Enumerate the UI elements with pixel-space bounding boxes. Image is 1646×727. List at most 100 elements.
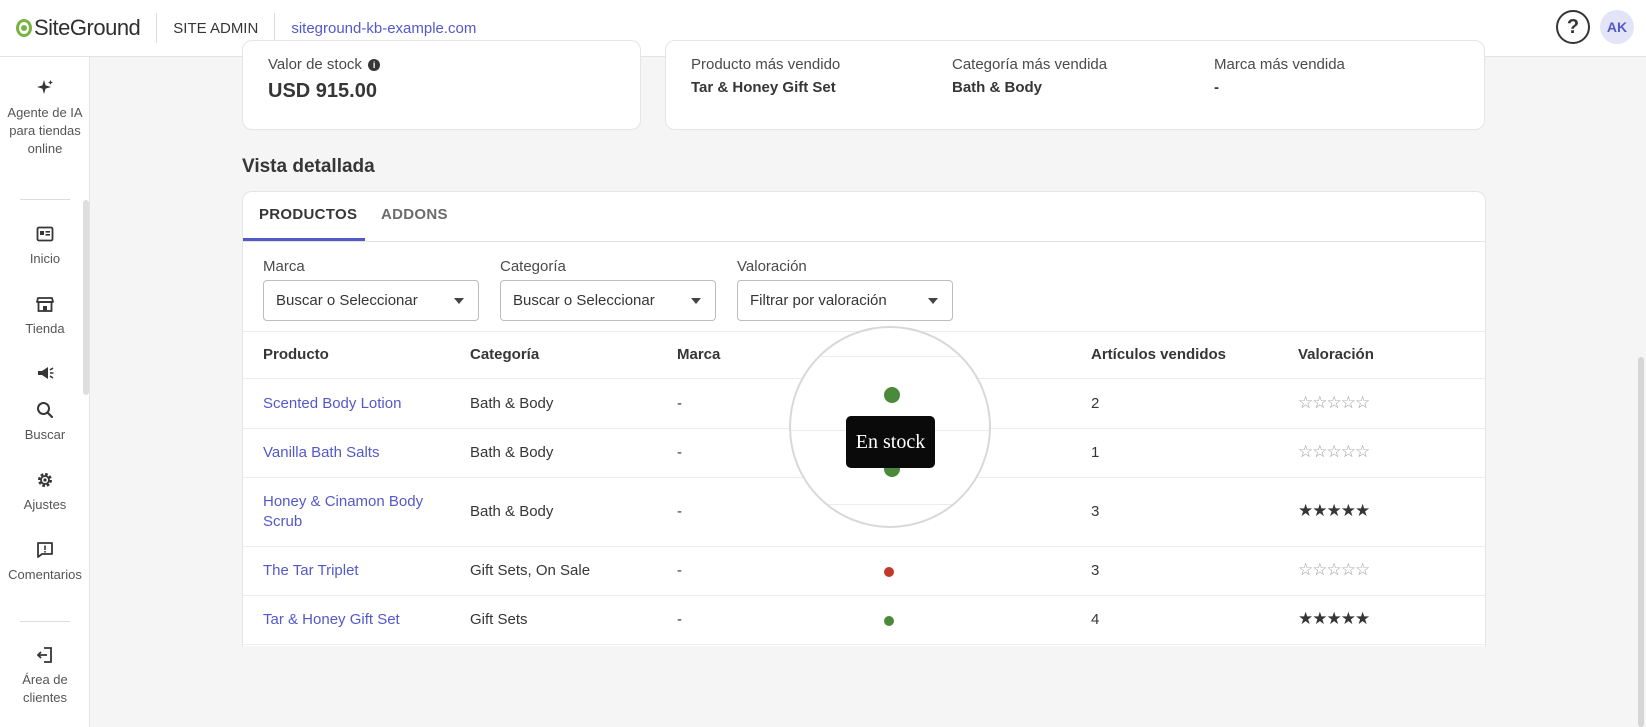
megaphone-icon (38, 367, 54, 379)
tab-productos[interactable]: PRODUCTOS (259, 206, 357, 223)
search-icon (37, 402, 54, 419)
filter-category-value: Buscar o Seleccionar (513, 292, 655, 309)
help-button[interactable]: ? (1556, 10, 1590, 44)
in-stock-indicator[interactable] (884, 387, 900, 403)
col-header-product[interactable]: Producto (263, 346, 329, 363)
best-brand-label: Marca más vendida (1214, 56, 1345, 73)
in-stock-indicator[interactable] (884, 616, 894, 626)
avatar[interactable]: AK (1600, 10, 1634, 44)
sidebar-item-tienda[interactable]: Tienda (0, 294, 90, 338)
product-brand: - (677, 611, 682, 628)
filter-brand-select[interactable]: Buscar o Seleccionar (263, 280, 479, 321)
sidebar-item-marketing[interactable] (0, 363, 90, 389)
tab-divider (243, 241, 1485, 242)
dashboard-icon (36, 226, 54, 242)
chevron-down-icon (928, 298, 938, 304)
sidebar-divider (20, 199, 70, 200)
sidebar-item-ai-agent[interactable]: Agente de IA para tiendas online (0, 78, 90, 158)
best-product-value: Tar & Honey Gift Set (691, 79, 836, 96)
filter-rating-value: Filtrar por valoración (750, 292, 887, 309)
best-category-value: Bath & Body (952, 79, 1042, 96)
sidebar-item-label: Área de clientes (22, 672, 68, 705)
sidebar-item-inicio[interactable]: Inicio (0, 224, 90, 268)
section-title: Vista detallada (242, 156, 375, 177)
row-divider (243, 546, 1485, 547)
product-link[interactable]: Honey & Cinamon Body Scrub (263, 492, 453, 532)
product-link[interactable]: Scented Body Lotion (263, 394, 401, 414)
col-header-category[interactable]: Categoría (470, 346, 539, 363)
sidebar-item-label: Comentarios (8, 567, 82, 582)
feedback-icon (37, 542, 53, 558)
logo-text: SiteGround (34, 15, 141, 40)
sidebar-divider (20, 621, 70, 622)
tab-addons[interactable]: ADDONS (381, 206, 448, 223)
header-divider (274, 13, 276, 43)
product-sold: 4 (1091, 611, 1100, 628)
sparkle-icon (37, 80, 53, 94)
chevron-down-icon (454, 298, 464, 304)
stock-value-card: Valor de stock i USD 915.00 (242, 40, 641, 130)
sidebar-item-label: Inicio (29, 251, 61, 266)
product-category: Bath & Body (470, 444, 554, 461)
info-icon[interactable]: i (368, 59, 381, 71)
filter-brand-value: Buscar o Seleccionar (276, 292, 418, 309)
rating-stars: ☆☆☆☆☆ (1298, 560, 1370, 579)
filter-rating-select[interactable]: Filtrar por valoración (737, 280, 953, 321)
domain-link[interactable]: siteground-kb-example.com (291, 20, 476, 37)
rating-stars: ☆☆☆☆☆ (1298, 393, 1370, 412)
col-header-sold[interactable]: Artículos vendidos (1091, 346, 1226, 363)
best-category-label: Categoría más vendida (952, 56, 1108, 73)
best-product-label: Producto más vendido (691, 56, 841, 73)
best-brand-value: - (1214, 79, 1219, 96)
sidebar-item-comentarios[interactable]: Comentarios (0, 540, 90, 584)
page-scrollbar[interactable] (1638, 357, 1644, 727)
stock-value: USD 915.00 (268, 80, 377, 102)
product-brand: - (677, 395, 682, 412)
sidebar: Agente de IA para tiendas online Inicio … (0, 57, 90, 727)
product-category: Bath & Body (470, 395, 554, 412)
product-link[interactable]: Vanilla Bath Salts (263, 443, 379, 463)
siteground-logo[interactable]: SiteGround (16, 15, 141, 41)
stock-tooltip: En stock (846, 416, 935, 468)
product-link[interactable]: Tar & Honey Gift Set (263, 610, 400, 630)
product-sold: 2 (1091, 395, 1100, 412)
sidebar-item-buscar[interactable]: Buscar (0, 400, 90, 444)
sidebar-item-label: Buscar (24, 427, 66, 442)
magnified-row-divider (791, 504, 989, 505)
product-brand: - (677, 444, 682, 461)
store-icon (36, 297, 54, 312)
product-link[interactable]: The Tar Triplet (263, 561, 359, 581)
filter-brand-label: Marca (263, 258, 305, 275)
sidebar-item-label: Agente de IA para tiendas online (7, 105, 83, 156)
product-brand: - (677, 562, 682, 579)
product-brand: - (677, 503, 682, 520)
chevron-down-icon (691, 298, 701, 304)
col-header-brand[interactable]: Marca (677, 346, 720, 363)
gear-icon (38, 473, 52, 487)
product-category: Gift Sets, On Sale (470, 562, 591, 579)
header-divider (156, 13, 158, 43)
logo-mark-icon (16, 19, 32, 37)
stock-value-label: Valor de stock i (268, 56, 381, 73)
filter-category-label: Categoría (500, 258, 566, 275)
sidebar-scrollbar[interactable] (83, 200, 89, 395)
sidebar-item-ajustes[interactable]: Ajustes (0, 470, 90, 514)
out-of-stock-indicator[interactable] (884, 567, 894, 577)
product-sold: 3 (1091, 503, 1100, 520)
filter-rating-label: Valoración (737, 258, 807, 275)
help-icon: ? (1566, 15, 1580, 38)
col-header-rating[interactable]: Valoración (1298, 346, 1374, 363)
sidebar-item-area-clientes[interactable]: Área de clientes (0, 645, 90, 707)
table-bottom-border (243, 644, 1485, 645)
filter-category-select[interactable]: Buscar o Seleccionar (500, 280, 716, 321)
product-category: Bath & Body (470, 503, 554, 520)
product-sold: 3 (1091, 562, 1100, 579)
rating-stars: ★★★★★ (1298, 501, 1370, 520)
rating-stars: ☆☆☆☆☆ (1298, 442, 1370, 461)
product-sold: 1 (1091, 444, 1100, 461)
top-sellers-card: Producto más vendido Tar & Honey Gift Se… (665, 40, 1485, 130)
logout-icon (36, 647, 52, 663)
product-category: Gift Sets (470, 611, 528, 628)
magnified-row-divider (791, 356, 989, 357)
sidebar-item-label: Tienda (25, 321, 65, 336)
